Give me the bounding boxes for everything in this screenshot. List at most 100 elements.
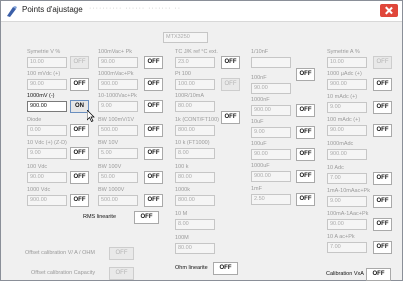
offset-capacity-button[interactable]: OFF bbox=[109, 267, 134, 280]
c2-label-6: BW 1000V bbox=[98, 187, 125, 193]
c5-field-2[interactable]: 9.00 bbox=[327, 102, 367, 113]
c5-field-5[interactable]: 7.00 bbox=[327, 173, 367, 184]
c5-label-5: 10 Adc bbox=[327, 165, 344, 171]
c3-resistance-button[interactable]: OFF bbox=[221, 111, 240, 124]
close-button[interactable] bbox=[380, 4, 398, 17]
c5-field-0[interactable]: 10.00 bbox=[327, 57, 367, 68]
c1-field-3[interactable]: 0.00 bbox=[27, 125, 67, 136]
c3-field-7[interactable]: 8.00 bbox=[175, 219, 215, 230]
c1-button-0[interactable]: OFF bbox=[70, 56, 89, 69]
c1-label-6: 1000 Vdc bbox=[27, 187, 51, 193]
c1-field-4[interactable]: 9.00 bbox=[27, 148, 67, 159]
rms-linearity-button[interactable]: OFF bbox=[134, 211, 159, 224]
c3-field-6[interactable]: 800.00 bbox=[175, 195, 215, 206]
c5-label-8: 10 A ac+Pk bbox=[327, 234, 355, 240]
offset-v-button[interactable]: OFF bbox=[109, 247, 134, 260]
c3-field-1[interactable]: 100.00 bbox=[175, 79, 215, 90]
ohm-linearity-button[interactable]: OFF bbox=[213, 262, 238, 275]
c5-button-7[interactable]: OFF bbox=[373, 218, 392, 231]
c5-field-8[interactable]: 7.00 bbox=[327, 242, 367, 253]
c3-field-2[interactable]: 80.00 bbox=[175, 101, 215, 112]
c5-label-6: 1mA-10mAac+Pk bbox=[327, 188, 370, 194]
c2-field-1[interactable]: 900.00 bbox=[98, 79, 138, 90]
c5-label-0: Symetrie A % bbox=[327, 49, 360, 55]
title-bar: Points d'ajustage ·········· ······ ····… bbox=[1, 1, 402, 22]
c5-field-3[interactable]: 90.00 bbox=[327, 125, 367, 136]
c3-label-1: Pt 100 bbox=[175, 71, 191, 77]
c4-field-6[interactable]: 2.50 bbox=[251, 194, 291, 205]
c3-label-7: 10 M bbox=[175, 211, 188, 217]
c4-button-3[interactable]: OFF bbox=[296, 148, 315, 161]
c3-button-1[interactable]: OFF bbox=[221, 78, 240, 91]
c5-field-6[interactable]: 9.00 bbox=[327, 196, 367, 207]
c3-button-0[interactable]: OFF bbox=[221, 56, 240, 69]
c4-button-5[interactable]: OFF bbox=[296, 193, 315, 206]
c5-field-1[interactable]: 900.00 bbox=[327, 79, 367, 90]
rms-linearity-label: RMS linearite bbox=[83, 214, 117, 220]
c1-field-1[interactable]: 90.00 bbox=[27, 79, 67, 90]
c5-field-7[interactable]: 90.00 bbox=[327, 219, 367, 230]
c1-label-0: Symetrie V % bbox=[27, 49, 61, 55]
c4-button-1[interactable]: OFF bbox=[296, 104, 315, 117]
c4-field-4[interactable]: 90.00 bbox=[251, 149, 291, 160]
c3-field-3[interactable]: 800.00 bbox=[175, 125, 215, 136]
c1-label-4: 10 Vdc (+) (Z-D) bbox=[27, 140, 67, 146]
c5-button-6[interactable]: OFF bbox=[373, 195, 392, 208]
c5-label-7: 100mA-1Aac+Pk bbox=[327, 211, 369, 217]
c1-label-3: Diode bbox=[27, 117, 42, 123]
c2-label-4: BW 10V bbox=[98, 140, 119, 146]
c5-button-2[interactable]: OFF bbox=[373, 101, 392, 114]
c1-field-5[interactable]: 90.00 bbox=[27, 172, 67, 183]
c2-button-5[interactable]: OFF bbox=[144, 171, 163, 184]
c4-field-2[interactable]: 900.00 bbox=[251, 105, 291, 116]
c1-button-4[interactable]: OFF bbox=[70, 147, 89, 160]
c5-label-4: 1000mAdc bbox=[327, 141, 354, 147]
faded-menu: ·········· ······ ······· ·· bbox=[89, 5, 182, 12]
c2-field-3[interactable]: 500.00 bbox=[98, 125, 138, 136]
c2-button-3[interactable]: OFF bbox=[144, 124, 163, 137]
c2-button-0[interactable]: OFF bbox=[144, 56, 163, 69]
c3-field-5[interactable]: 80.00 bbox=[175, 172, 215, 183]
c1-button-6[interactable]: OFF bbox=[70, 194, 89, 207]
c2-button-1[interactable]: OFF bbox=[144, 78, 163, 91]
c5-label-3: 100 mAdc (+) bbox=[327, 117, 361, 123]
c1-button-3[interactable]: OFF bbox=[70, 124, 89, 137]
c2-field-2[interactable]: 9.00 bbox=[98, 101, 138, 112]
c2-label-3: BW 100mV/1V bbox=[98, 117, 135, 123]
c5-field-4[interactable]: 900.00 bbox=[327, 149, 367, 160]
c2-field-4[interactable]: 5.00 bbox=[98, 148, 138, 159]
c4-button-2[interactable]: OFF bbox=[296, 126, 315, 139]
mouse-cursor-icon bbox=[87, 110, 95, 122]
c2-field-5[interactable]: 50.00 bbox=[98, 172, 138, 183]
c2-field-6[interactable]: 500.00 bbox=[98, 195, 138, 206]
c1-field-2[interactable]: 900.00 bbox=[27, 101, 67, 112]
c5-button-8[interactable]: OFF bbox=[373, 241, 392, 254]
c4-field-0[interactable] bbox=[251, 57, 291, 68]
c4-label-5: 1000uF bbox=[251, 163, 270, 169]
c2-button-6[interactable]: OFF bbox=[144, 194, 163, 207]
c1-button-1[interactable]: OFF bbox=[70, 78, 89, 91]
c2-field-0[interactable]: 90.00 bbox=[98, 57, 138, 68]
c2-label-1: 1000mVac+Pk bbox=[98, 71, 134, 77]
c4-field-3[interactable]: 9.00 bbox=[251, 127, 291, 138]
c3-field-8[interactable]: 80.00 bbox=[175, 243, 215, 254]
c1-button-5[interactable]: OFF bbox=[70, 171, 89, 184]
c3-label-4: 10 k (FT1000) bbox=[175, 140, 210, 146]
c1-field-6[interactable]: 900.00 bbox=[27, 195, 67, 206]
c2-button-4[interactable]: OFF bbox=[144, 147, 163, 160]
c4-field-1[interactable]: 90.00 bbox=[251, 83, 291, 94]
c5-button-1[interactable]: OFF bbox=[373, 78, 392, 91]
model-field: MTX3250 bbox=[163, 32, 208, 43]
calibration-vxa-button[interactable]: OFF bbox=[366, 268, 391, 281]
c5-button-5[interactable]: OFF bbox=[373, 172, 392, 185]
c5-button-0[interactable]: OFF bbox=[373, 56, 392, 69]
c3-field-0[interactable]: 23.0 bbox=[175, 57, 215, 68]
c5-label-2: 10 mAdc (+) bbox=[327, 94, 358, 100]
c1-field-0[interactable]: 10.00 bbox=[27, 57, 67, 68]
c4-button-0[interactable]: OFF bbox=[296, 68, 315, 81]
c4-field-5[interactable]: 900.00 bbox=[251, 171, 291, 182]
c5-button-3[interactable]: OFF bbox=[373, 124, 392, 137]
c3-field-4[interactable]: 8.00 bbox=[175, 148, 215, 159]
c4-button-4[interactable]: OFF bbox=[296, 170, 315, 183]
c2-button-2[interactable]: OFF bbox=[144, 100, 163, 113]
